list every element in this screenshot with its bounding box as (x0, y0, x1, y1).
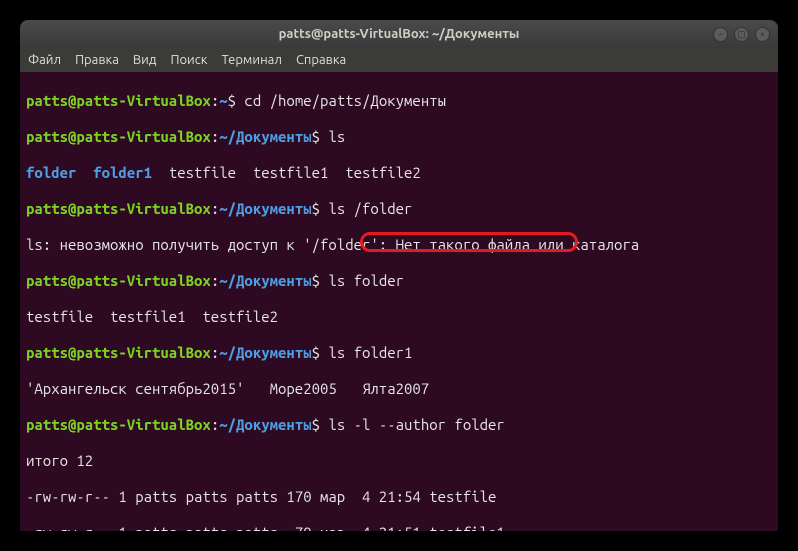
line-10: patts@patts-VirtualBox:~/Документы$ ls -… (26, 416, 772, 434)
window-controls: – ▢ × (713, 27, 770, 42)
terminal-content[interactable]: patts@patts-VirtualBox:~$ cd /home/patts… (20, 72, 778, 531)
line-5: ls: невозможно получить доступ к '/folde… (26, 236, 772, 254)
line-6: patts@patts-VirtualBox:~/Документы$ ls f… (26, 272, 772, 290)
line-7: testfile testfile1 testfile2 (26, 308, 772, 326)
maximize-button[interactable]: ▢ (734, 27, 749, 42)
window-title: patts@patts-VirtualBox: ~/Документы (279, 27, 520, 41)
line-4: patts@patts-VirtualBox:~/Документы$ ls /… (26, 200, 772, 218)
line-2: patts@patts-VirtualBox:~/Документы$ ls (26, 128, 772, 146)
line-11: итого 12 (26, 452, 772, 470)
command-ls: ls (320, 128, 345, 145)
command-ls-slash-folder: ls /folder (320, 200, 412, 217)
prompt-path: ~ (219, 92, 227, 109)
command-cd: cd /home/patts/Документы (236, 92, 446, 109)
menu-view[interactable]: Вид (133, 53, 157, 67)
menu-search[interactable]: Поиск (170, 53, 207, 67)
terminal-window: patts@patts-VirtualBox: ~/Документы – ▢ … (20, 20, 778, 531)
line-1: patts@patts-VirtualBox:~$ cd /home/patts… (26, 92, 772, 110)
line-13: -rw-rw-r-- 1 patts patts patts 79 мар 4 … (26, 524, 772, 531)
prompt-user: patts@patts-VirtualBox (26, 92, 211, 109)
menubar: Файл Правка Вид Поиск Терминал Справка (20, 48, 778, 72)
folder-listing: folder (26, 164, 76, 181)
menu-help[interactable]: Справка (296, 53, 346, 67)
minimize-button[interactable]: – (713, 27, 728, 42)
command-ls-folder: ls folder (320, 272, 404, 289)
menu-edit[interactable]: Правка (75, 53, 119, 67)
line-12: -rw-rw-r-- 1 patts patts patts 170 мар 4… (26, 488, 772, 506)
line-3: folder folder1 testfile testfile1 testfi… (26, 164, 772, 182)
line-9: 'Архангельск сентябрь2015' Море2005 Ялта… (26, 380, 772, 398)
menu-file[interactable]: Файл (28, 53, 61, 67)
command-ls-folder1: ls folder1 (320, 344, 412, 361)
menu-terminal[interactable]: Терминал (221, 53, 281, 67)
close-button[interactable]: × (755, 27, 770, 42)
titlebar: patts@patts-VirtualBox: ~/Документы – ▢ … (20, 20, 778, 48)
command-ls-author: ls -l --author folder (320, 416, 505, 433)
line-8: patts@patts-VirtualBox:~/Документы$ ls f… (26, 344, 772, 362)
